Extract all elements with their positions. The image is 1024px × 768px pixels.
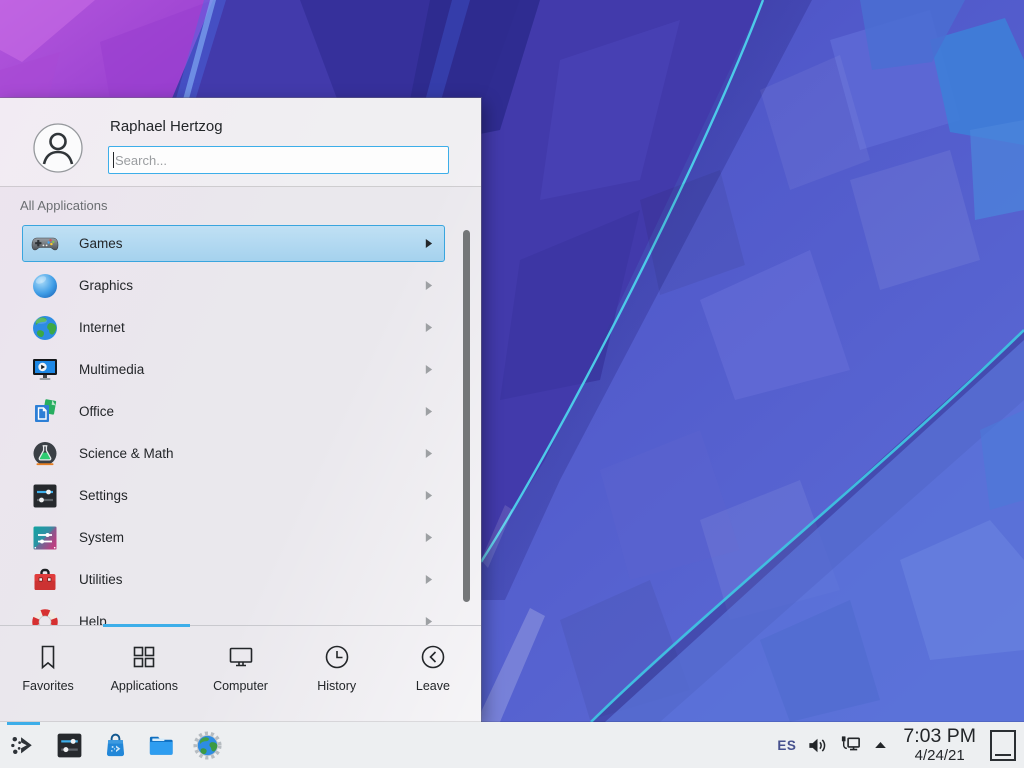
volume-icon[interactable] xyxy=(806,734,829,757)
category-item-graphics[interactable]: Graphics xyxy=(22,267,445,304)
digital-clock[interactable]: 7:03 PM 4/24/21 xyxy=(903,727,976,763)
history-clock-icon xyxy=(322,642,352,672)
tab-label: Applications xyxy=(111,679,178,693)
system-tray: ES 7:03 PM 4/24/21 xyxy=(777,727,1024,763)
launcher-tabbar: Favorites Applications Computer History Leav… xyxy=(0,625,481,722)
office-documents-icon xyxy=(30,397,60,427)
toolbox-icon xyxy=(30,565,60,595)
category-label: Settings xyxy=(79,488,128,503)
taskbar-discover[interactable] xyxy=(97,726,134,764)
system-sliders-icon xyxy=(30,523,60,553)
user-avatar-icon[interactable] xyxy=(33,123,83,173)
settings-sliders-icon xyxy=(30,481,60,511)
network-icon[interactable] xyxy=(839,734,862,757)
tab-applications[interactable]: Applications xyxy=(96,626,192,722)
active-tab-indicator xyxy=(103,624,190,627)
tab-label: History xyxy=(317,679,356,693)
clock-date: 4/24/21 xyxy=(903,748,976,763)
tab-computer[interactable]: Computer xyxy=(192,626,288,722)
taskbar: ES 7:03 PM 4/24/21 xyxy=(0,722,1024,768)
category-label: Science & Math xyxy=(79,446,174,461)
category-label: System xyxy=(79,530,124,545)
application-launcher-menu: Raphael Hertzog All Applications Games Gr… xyxy=(0,98,481,722)
submenu-arrow-icon xyxy=(424,532,433,543)
globe-icon xyxy=(30,313,60,343)
leave-icon xyxy=(418,642,448,672)
app-grid-icon xyxy=(129,642,159,672)
category-label: Graphics xyxy=(79,278,133,293)
multimedia-player-icon xyxy=(30,355,60,385)
category-label: Games xyxy=(79,236,123,251)
lifebuoy-icon xyxy=(30,607,60,627)
search-input[interactable] xyxy=(108,146,449,174)
section-label: All Applications xyxy=(20,198,107,213)
category-label: Office xyxy=(79,404,114,419)
submenu-arrow-icon xyxy=(424,364,433,375)
submenu-arrow-icon xyxy=(424,322,433,333)
category-list: Games Graphics Internet Multimedia Office Sci… xyxy=(0,225,481,626)
submenu-arrow-icon xyxy=(424,490,433,501)
bookmark-icon xyxy=(33,642,63,672)
category-item-science-math[interactable]: Science & Math xyxy=(22,435,445,472)
expand-tray-icon[interactable] xyxy=(872,737,889,754)
category-item-settings[interactable]: Settings xyxy=(22,477,445,514)
category-item-multimedia[interactable]: Multimedia xyxy=(22,351,445,388)
show-desktop-button[interactable] xyxy=(990,730,1016,761)
category-label: Multimedia xyxy=(79,362,144,377)
category-item-utilities[interactable]: Utilities xyxy=(22,561,445,598)
gamepad-icon xyxy=(30,229,60,259)
taskbar-application-launcher[interactable] xyxy=(5,726,42,764)
category-item-games[interactable]: Games xyxy=(22,225,445,262)
submenu-arrow-icon xyxy=(424,238,433,249)
category-label: Internet xyxy=(79,320,125,335)
category-item-office[interactable]: Office xyxy=(22,393,445,430)
tab-label: Computer xyxy=(213,679,268,693)
category-item-help[interactable]: Help xyxy=(22,603,445,626)
clock-time: 7:03 PM xyxy=(903,727,976,747)
text-caret xyxy=(113,152,114,168)
science-flask-icon xyxy=(30,439,60,469)
submenu-arrow-icon xyxy=(424,280,433,291)
keyboard-layout-indicator[interactable]: ES xyxy=(777,738,796,753)
user-name: Raphael Hertzog xyxy=(110,118,223,135)
submenu-arrow-icon xyxy=(424,448,433,459)
tab-history[interactable]: History xyxy=(289,626,385,722)
tab-label: Leave xyxy=(416,679,450,693)
taskbar-file-manager[interactable] xyxy=(143,726,180,764)
taskbar-web-browser[interactable] xyxy=(189,726,226,764)
submenu-arrow-icon xyxy=(424,574,433,585)
taskbar-system-settings[interactable] xyxy=(51,726,88,764)
category-item-internet[interactable]: Internet xyxy=(22,309,445,346)
submenu-arrow-icon xyxy=(424,406,433,417)
tab-leave[interactable]: Leave xyxy=(385,626,481,722)
category-item-system[interactable]: System xyxy=(22,519,445,556)
computer-icon xyxy=(226,642,256,672)
scrollbar-thumb[interactable] xyxy=(463,230,470,602)
category-label: Utilities xyxy=(79,572,123,587)
tab-label: Favorites xyxy=(22,679,73,693)
taskbar-apps xyxy=(0,726,226,764)
graphics-sphere-icon xyxy=(30,271,60,301)
tab-favorites[interactable]: Favorites xyxy=(0,626,96,722)
